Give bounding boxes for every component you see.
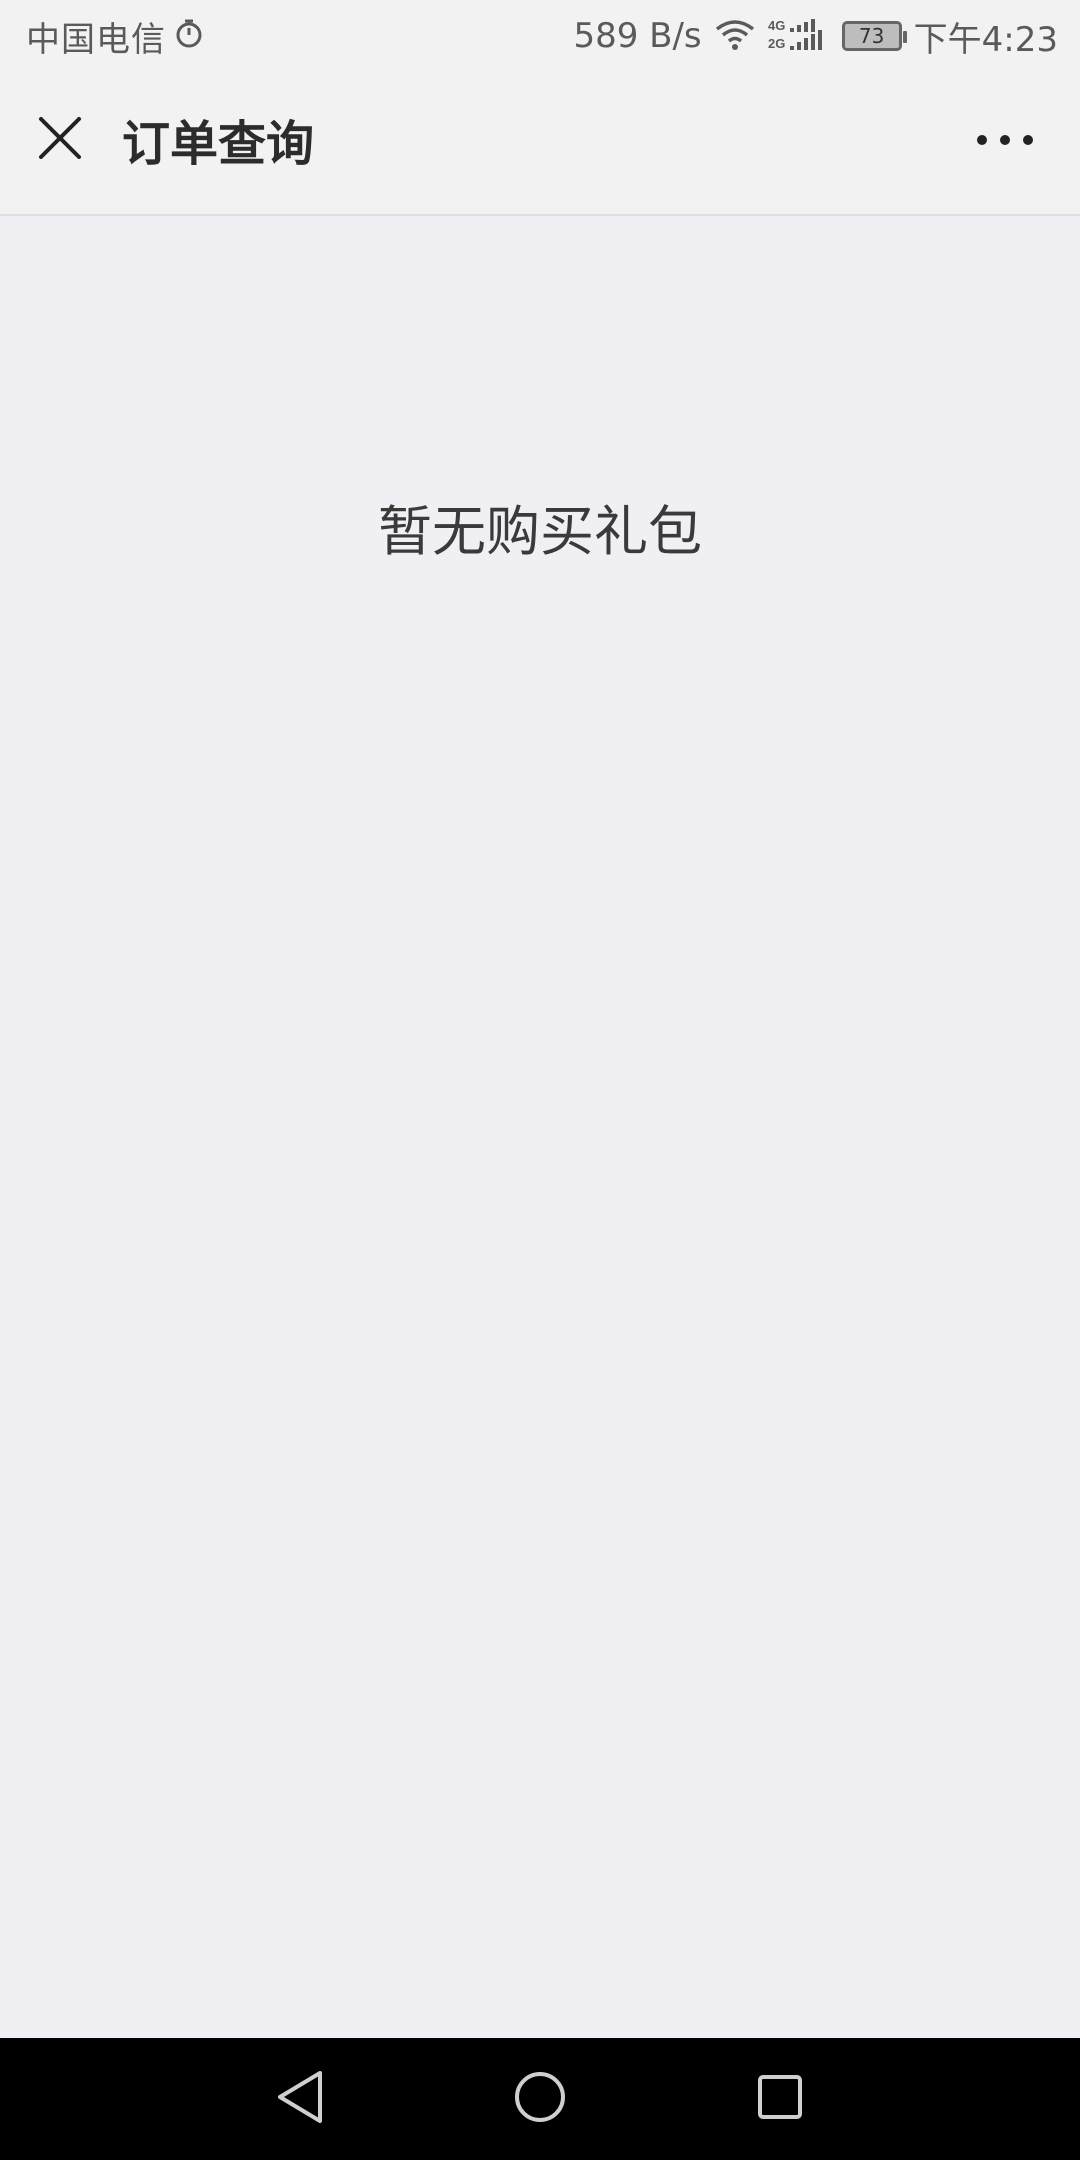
status-right: 589 B/s 4G 2G 73 下午4:23 — [573, 14, 1058, 60]
svg-text:2G: 2G — [768, 36, 785, 51]
recent-apps-button[interactable] — [745, 2064, 815, 2134]
home-button[interactable] — [505, 2064, 575, 2134]
battery-icon: 73 — [841, 21, 907, 51]
signal-4g-2g-icon: 4G 2G — [768, 16, 830, 56]
svg-text:4G: 4G — [768, 18, 785, 33]
recent-square-icon — [756, 2073, 804, 2125]
close-icon — [37, 115, 83, 165]
status-left: 中国电信 — [26, 14, 204, 60]
home-circle-icon — [513, 2070, 567, 2128]
battery-level: 73 — [858, 24, 885, 48]
back-button[interactable] — [265, 2064, 335, 2134]
screen: 中国电信 589 B/s 4G 2G 73 下午4:23 订单查询 暂无购买礼包 — [0, 0, 1080, 2160]
empty-state-message: 暂无购买礼包 — [378, 500, 702, 563]
network-speed: 589 B/s — [573, 16, 702, 56]
more-dots-icon — [976, 131, 1034, 150]
carrier-label: 中国电信 — [26, 19, 166, 60]
status-bar: 中国电信 589 B/s 4G 2G 73 下午4:23 — [0, 0, 1080, 72]
more-options-button[interactable] — [970, 108, 1040, 172]
navigation-bar — [0, 2038, 1080, 2160]
alarm-clock-icon — [174, 19, 204, 53]
page-title: 订单查询 — [122, 116, 315, 172]
close-button[interactable] — [24, 104, 96, 176]
back-triangle-icon — [274, 2069, 326, 2129]
main-content: 暂无购买礼包 — [0, 216, 1080, 2038]
status-time: 下午4:23 — [913, 19, 1058, 60]
wifi-icon — [714, 17, 756, 55]
title-bar: 订单查询 — [0, 72, 1080, 216]
